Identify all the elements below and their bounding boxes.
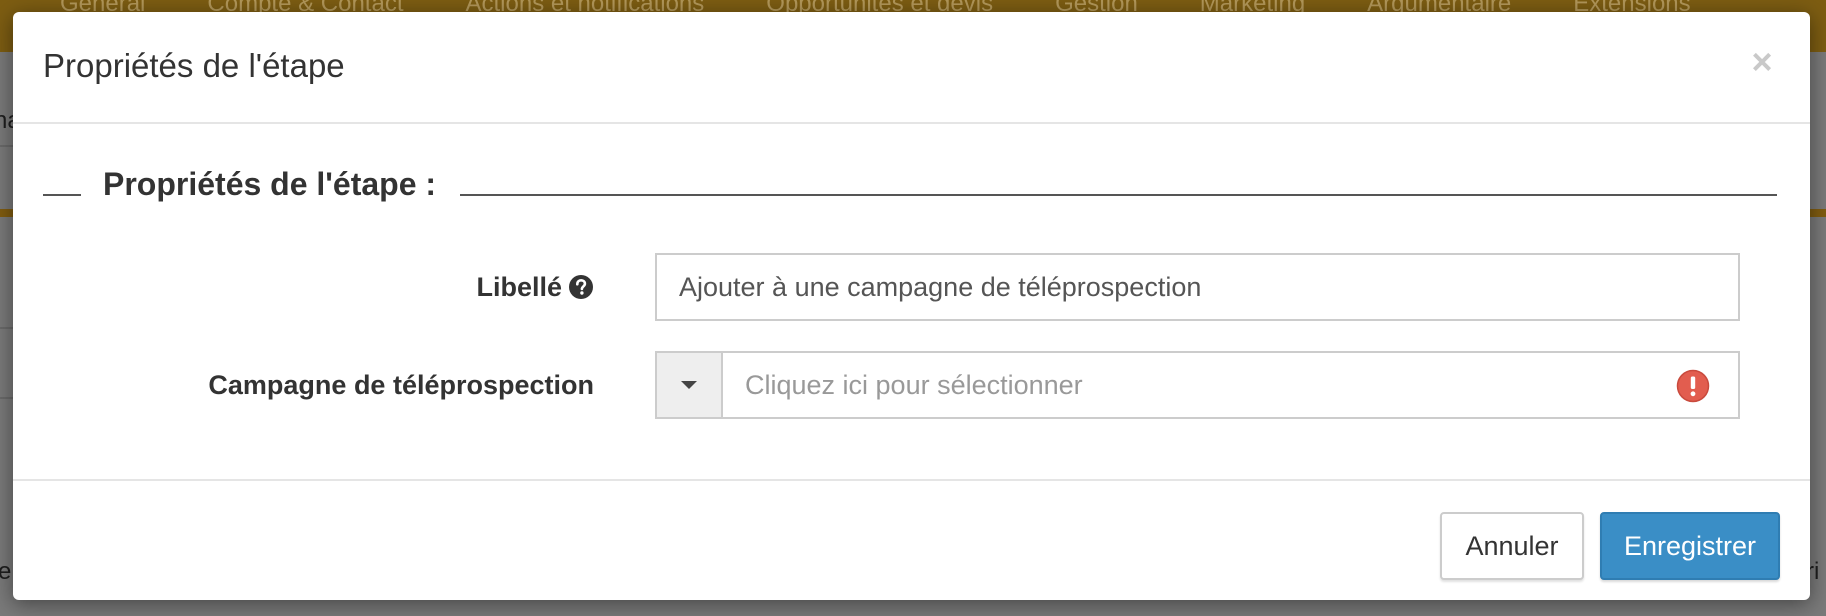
- modal-body: Propriétés de l'étape : Libellé Campagne…: [13, 124, 1810, 479]
- libelle-label: Libellé: [476, 253, 594, 321]
- legend-divider-left: [43, 194, 81, 196]
- campagne-label: Campagne de téléprospection: [208, 351, 594, 419]
- campagne-label-text: Campagne de téléprospection: [208, 369, 594, 400]
- libelle-label-text: Libellé: [476, 271, 562, 302]
- background-divider: [0, 397, 14, 399]
- exclamation-circle-icon: [1676, 369, 1710, 403]
- section-legend-title: Propriétés de l'étape :: [103, 166, 437, 202]
- cancel-button[interactable]: Annuler: [1440, 512, 1584, 580]
- libelle-input[interactable]: [655, 253, 1740, 321]
- modal-footer: Annuler Enregistrer: [13, 479, 1810, 600]
- save-button[interactable]: Enregistrer: [1600, 512, 1780, 580]
- campagne-select-placeholder[interactable]: Cliquez ici pour sélectionner: [723, 353, 1738, 417]
- modal-header: Propriétés de l'étape ×: [13, 12, 1810, 124]
- caret-down-icon: [681, 381, 697, 389]
- dropdown-toggle-button[interactable]: [657, 353, 723, 417]
- form-row-campagne: Campagne de téléprospection Cliquez ici …: [13, 351, 1810, 419]
- close-icon[interactable]: ×: [1744, 41, 1780, 82]
- campagne-select[interactable]: Cliquez ici pour sélectionner: [655, 351, 1740, 419]
- step-properties-modal: Propriétés de l'étape × Propriétés de l'…: [13, 12, 1810, 600]
- legend-divider-right: [460, 194, 1777, 196]
- background-divider: [0, 145, 14, 147]
- question-circle-icon[interactable]: [568, 274, 594, 300]
- form-row-libelle: Libellé: [13, 253, 1810, 321]
- background-edge-text: e: [0, 558, 12, 585]
- section-legend: Propriétés de l'étape :: [43, 166, 1777, 206]
- background-divider: [0, 327, 14, 329]
- modal-title: Propriétés de l'étape: [43, 47, 345, 84]
